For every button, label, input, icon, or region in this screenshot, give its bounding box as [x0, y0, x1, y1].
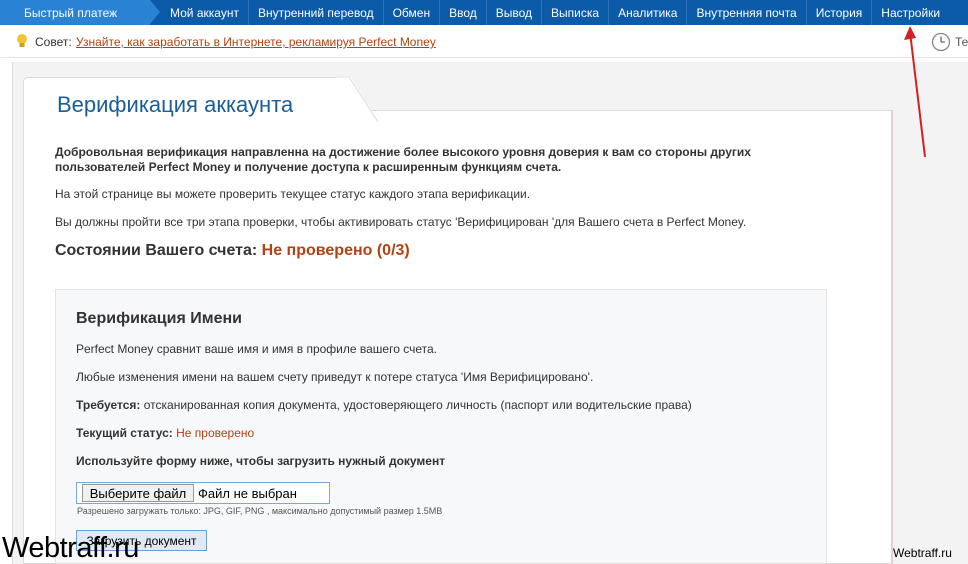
- nav-item-exchange[interactable]: Обмен: [382, 0, 440, 25]
- nav-item-history[interactable]: История: [805, 0, 872, 25]
- current-status: Текущий статус: Не проверено: [76, 426, 254, 440]
- nav-items: Мой аккаунт Внутренний перевод Обмен Вво…: [161, 0, 949, 25]
- top-navigation: Быстрый платеж Мой аккаунт Внутренний пе…: [0, 0, 968, 25]
- info-paragraph-2: Вы должны пройти все три этапа проверки,…: [55, 215, 747, 229]
- current-status-label: Текущий статус:: [76, 426, 173, 440]
- info-paragraph-1: На этой странице вы можете проверить тек…: [55, 187, 531, 201]
- nav-item-my-account[interactable]: Мой аккаунт: [161, 0, 248, 25]
- quick-pay-tab[interactable]: Быстрый платеж: [0, 0, 160, 25]
- name-verification-line-2: Любые изменения имени на вашем счету при…: [76, 370, 594, 384]
- tip-bar: Совет: Узнайте, как заработать в Интерне…: [0, 25, 968, 58]
- nav-item-internal-mail[interactable]: Внутренняя почта: [686, 0, 805, 25]
- watermark-left: Webtraff.ru: [2, 532, 139, 564]
- required-label: Требуется:: [76, 398, 141, 412]
- required-documents: Требуется: отсканированная копия докумен…: [76, 398, 692, 412]
- nav-item-statement[interactable]: Выписка: [541, 0, 608, 25]
- time-label: Те: [955, 35, 968, 49]
- current-status-value: Не проверено: [176, 426, 255, 440]
- upload-form-hint: Используйте форму ниже, чтобы загрузить …: [76, 454, 446, 468]
- choose-file-button[interactable]: Выберите файл: [82, 484, 194, 502]
- watermark-right: Webtraff.ru: [893, 546, 952, 560]
- name-verification-line-1: Perfect Money сравнит ваше имя и имя в п…: [76, 342, 437, 356]
- tab-slant: [337, 76, 379, 124]
- nav-item-deposit[interactable]: Ввод: [439, 0, 486, 25]
- lightbulb-icon: [17, 34, 27, 47]
- account-status-value: Не проверено (0/3): [261, 242, 410, 259]
- tip-link[interactable]: Узнайте, как заработать в Интернете, рек…: [76, 35, 436, 49]
- intro-text: Добровольная верификация направленна на …: [55, 145, 751, 174]
- required-text: отсканированная копия документа, удостов…: [143, 398, 692, 412]
- tip-label: Совет:: [35, 35, 72, 49]
- account-status: Состоянии Вашего счета: Не проверено (0/…: [55, 242, 410, 260]
- allowed-formats-note: Разрешено загружать только: JPG, GIF, PN…: [77, 506, 443, 516]
- name-verification-title: Верификация Имени: [76, 310, 242, 327]
- nav-item-withdraw[interactable]: Вывод: [485, 0, 541, 25]
- nav-item-internal-transfer[interactable]: Внутренний перевод: [247, 0, 383, 25]
- red-arrow-icon: [904, 26, 926, 158]
- page-title: Верификация аккаунта: [57, 92, 294, 117]
- no-file-label: Файл не выбран: [198, 486, 297, 501]
- nav-item-analytics[interactable]: Аналитика: [608, 0, 686, 25]
- account-status-label: Состоянии Вашего счета:: [55, 242, 258, 259]
